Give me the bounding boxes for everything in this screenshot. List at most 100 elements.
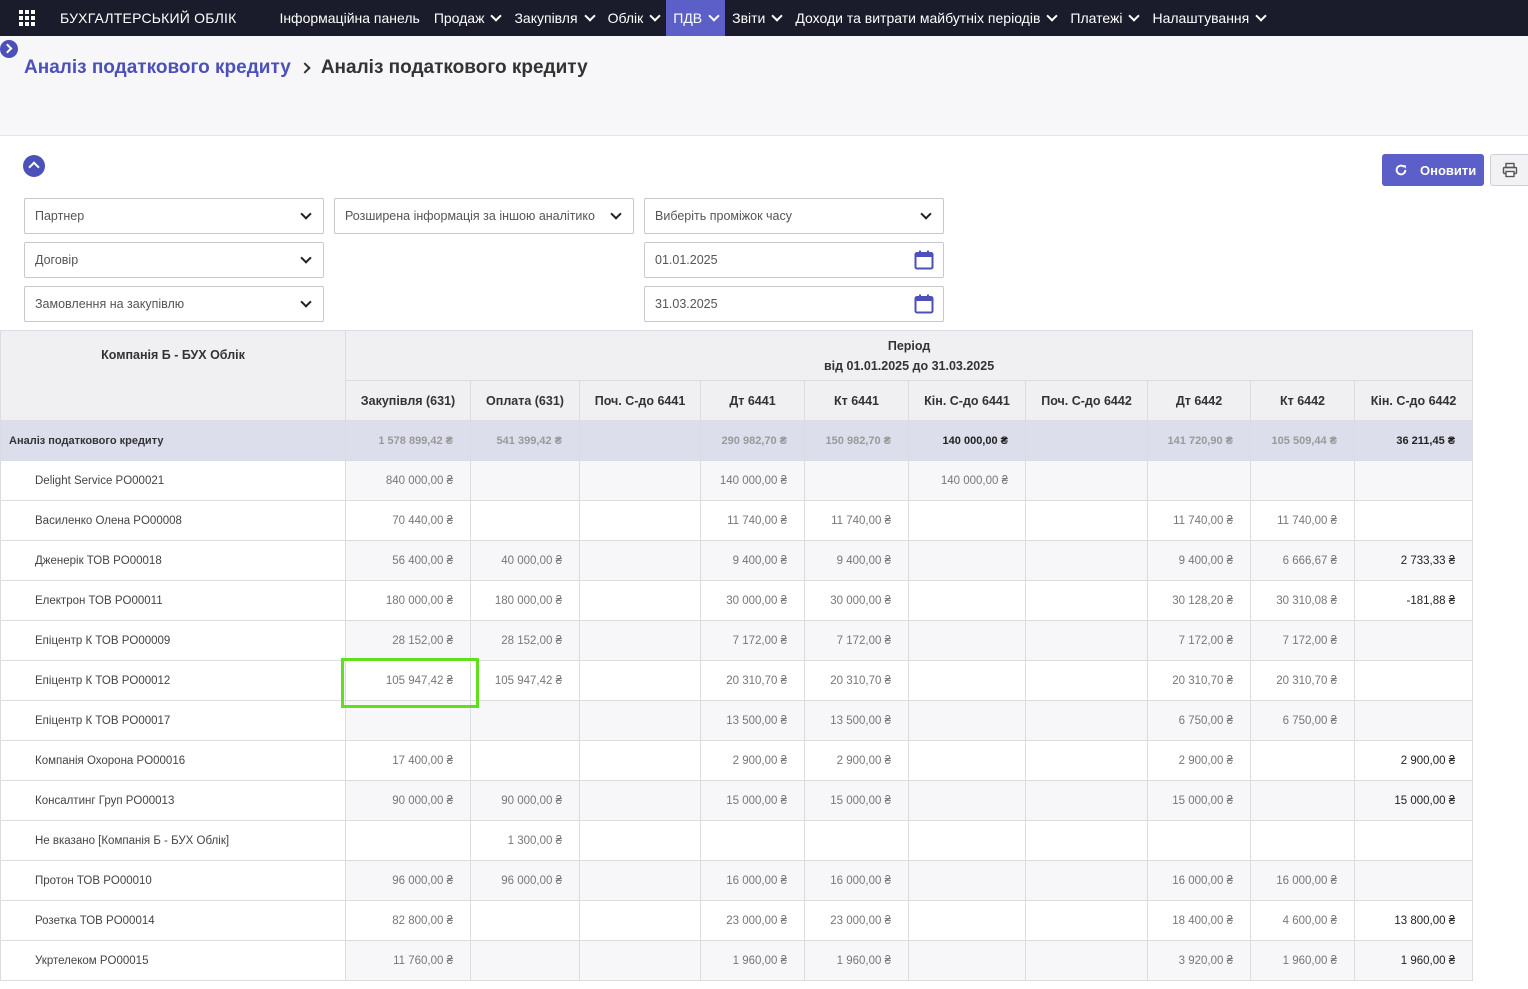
- table-row[interactable]: Розетка ТОВ PO00014 82 800,00 ₴ 23 000,00 …: [0, 900, 1474, 941]
- contract-placeholder: Договір: [35, 253, 79, 267]
- table-row[interactable]: Укртелеком PO00015 11 760,00 ₴ 1 960,00 ₴ 1…: [0, 940, 1474, 981]
- table-cell: [1147, 460, 1251, 501]
- sidebar-expand-icon[interactable]: [0, 40, 18, 58]
- menu-settings[interactable]: Налаштування: [1145, 0, 1272, 36]
- column-header[interactable]: Поч. С-до 6442: [1025, 380, 1148, 421]
- chevron-down-icon: [583, 10, 596, 22]
- table-cell: 1 960,00 ₴: [804, 940, 909, 981]
- column-header[interactable]: Оплата (631): [470, 380, 580, 421]
- menu-label: Платежі: [1070, 10, 1123, 26]
- column-header[interactable]: Кт 6442: [1250, 380, 1355, 421]
- table-row[interactable]: Василенко Олена PO00008 70 440,00 ₴ 11 740…: [0, 500, 1474, 541]
- table-cell: 11 740,00 ₴: [1147, 500, 1251, 541]
- table-cell: [1025, 780, 1148, 821]
- menu-purchases[interactable]: Закупівля: [507, 0, 600, 36]
- table-cell: 28 152,00 ₴: [345, 620, 471, 661]
- breadcrumb-parent[interactable]: Аналіз податкового кредиту: [24, 57, 291, 79]
- period-header: Період від 01.01.2025 до 31.03.2025: [344, 330, 1474, 381]
- table-cell: [1250, 460, 1355, 501]
- table-cell: 1 960,00 ₴: [700, 940, 805, 981]
- table-cell: 30 000,00 ₴: [700, 580, 805, 621]
- column-header[interactable]: Закупівля (631): [345, 380, 471, 421]
- table-cell: [1025, 940, 1148, 981]
- menu-dashboard[interactable]: Інформаційна панель: [272, 0, 426, 36]
- table-cell: [470, 900, 580, 941]
- calendar-icon[interactable]: [914, 294, 934, 314]
- table-row[interactable]: Не вказано [Компанія Б - БУХ Облік] 1 300…: [0, 820, 1474, 861]
- table-cell: 140 000,00 ₴: [700, 460, 805, 501]
- menu-sales[interactable]: Продаж: [427, 0, 508, 36]
- date-from-field[interactable]: 01.01.2025: [644, 242, 944, 278]
- table-row[interactable]: Епіцентр К ТОВ PO00012 105 947,42 ₴ 105 94…: [0, 660, 1474, 701]
- table-cell: [1025, 820, 1148, 861]
- refresh-button[interactable]: Оновити: [1382, 154, 1484, 186]
- column-header[interactable]: Кін. С-до 6441: [908, 380, 1026, 421]
- extended-info-select[interactable]: Розширена інформація за іншою аналітико: [334, 198, 634, 234]
- control-panel: [0, 36, 1528, 136]
- collapse-up-icon[interactable]: [23, 155, 45, 177]
- period-title: Період: [887, 338, 931, 353]
- table-cell: [1025, 620, 1148, 661]
- column-header[interactable]: Дт 6441: [700, 380, 805, 421]
- table-row[interactable]: Консалтинг Груп PO00013 90 000,00 ₴ 90 000…: [0, 780, 1474, 821]
- table-cell: [1025, 900, 1148, 941]
- table-cell: 28 152,00 ₴: [470, 620, 580, 661]
- contract-select[interactable]: Договір: [24, 242, 324, 278]
- table-cell: 1 300,00 ₴: [470, 820, 580, 861]
- table-cell: 15 000,00 ₴: [804, 780, 909, 821]
- menu-vat[interactable]: ПДВ: [666, 0, 726, 36]
- column-header[interactable]: Кт 6441: [804, 380, 909, 421]
- table-row[interactable]: Компанія Охорона PO00016 17 400,00 ₴ 2 900…: [0, 740, 1474, 781]
- print-button[interactable]: [1490, 154, 1528, 186]
- column-header[interactable]: Кін. С-до 6442: [1353, 380, 1474, 421]
- table-row[interactable]: Електрон ТОВ PO00011 180 000,00 ₴ 180 000,…: [0, 580, 1474, 621]
- apps-grid-icon[interactable]: [19, 10, 35, 26]
- table-cell: [1250, 820, 1355, 861]
- menu-accounting[interactable]: Облік: [601, 0, 667, 36]
- purchase-order-select[interactable]: Замовлення на закупівлю: [24, 286, 324, 322]
- total-cell: [1025, 420, 1148, 461]
- table-row[interactable]: Епіцентр К ТОВ PO00009 28 152,00 ₴ 28 152,…: [0, 620, 1474, 661]
- menu-payments[interactable]: Платежі: [1063, 0, 1145, 36]
- period-select[interactable]: Виберіть проміжок часу: [644, 198, 944, 234]
- table-cell: 30 000,00 ₴: [804, 580, 909, 621]
- menu-reports[interactable]: Звіти: [725, 0, 788, 36]
- table-cell: [579, 900, 701, 941]
- table-cell: [579, 460, 701, 501]
- table-cell: 18 400,00 ₴: [1147, 900, 1251, 941]
- chevron-down-icon: [920, 207, 932, 220]
- date-to-field[interactable]: 31.03.2025: [644, 286, 944, 322]
- table-cell: 7 172,00 ₴: [1250, 620, 1355, 661]
- table-cell: 20 310,70 ₴: [700, 660, 805, 701]
- table-cell: [1353, 700, 1474, 741]
- breadcrumb-current: Аналіз податкового кредиту: [320, 57, 588, 78]
- column-header[interactable]: Дт 6442: [1147, 380, 1251, 421]
- table-cell: [804, 820, 909, 861]
- table-cell: [908, 940, 1026, 981]
- table-cell: [345, 700, 471, 741]
- table-cell: 7 172,00 ₴: [700, 620, 805, 661]
- main-menu: Інформаційна панель Продаж Закупівля Обл…: [272, 0, 1272, 36]
- table-row[interactable]: Дженерік ТОВ PO00018 56 400,00 ₴ 40 000,00…: [0, 540, 1474, 581]
- total-cell: 150 982,70 ₴: [804, 420, 909, 461]
- table-cell: 7 172,00 ₴: [804, 620, 909, 661]
- table-cell: [470, 940, 580, 981]
- menu-deferred[interactable]: Доходи та витрати майбутніх періодів: [788, 0, 1063, 36]
- calendar-icon[interactable]: [914, 250, 934, 270]
- table-cell: 1 960,00 ₴: [1250, 940, 1355, 981]
- table-cell: 2 900,00 ₴: [804, 740, 909, 781]
- table-row[interactable]: Delight Service PO00021 840 000,00 ₴ 140 0…: [0, 460, 1474, 501]
- total-row[interactable]: Аналіз податкового кредиту 1 578 899,42 ₴…: [0, 420, 1474, 461]
- period-range: від 01.01.2025 до 31.03.2025: [823, 358, 995, 373]
- total-cell: 141 720,90 ₴: [1147, 420, 1251, 461]
- column-header[interactable]: Поч. С-до 6441: [579, 380, 701, 421]
- app-brand[interactable]: БУХГАЛТЕРСЬКИЙ ОБЛІК: [60, 10, 236, 26]
- table-cell: [908, 820, 1026, 861]
- table-row[interactable]: Протон ТОВ PO00010 96 000,00 ₴ 96 000,00 ₴…: [0, 860, 1474, 901]
- menu-label: Звіти: [732, 10, 766, 26]
- menu-label: Облік: [607, 10, 644, 26]
- table-cell: 6 750,00 ₴: [1250, 700, 1355, 741]
- chevron-down-icon: [1255, 10, 1267, 22]
- table-row[interactable]: Епіцентр К ТОВ PO00017 13 500,00 ₴ 13 500,…: [0, 700, 1474, 741]
- partner-select[interactable]: Партнер: [24, 198, 324, 234]
